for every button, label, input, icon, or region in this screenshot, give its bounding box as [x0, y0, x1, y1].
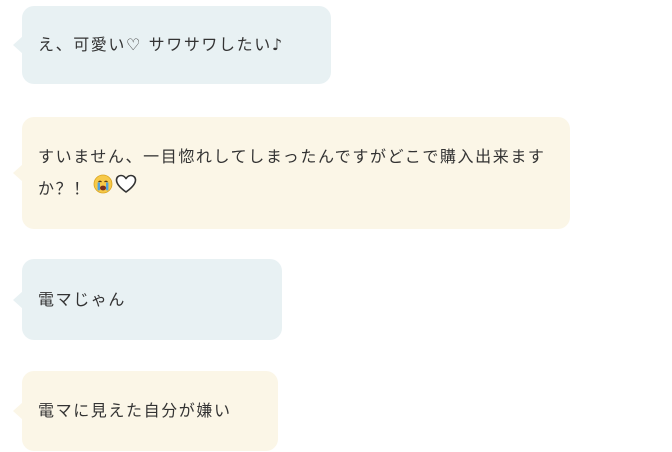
white-heart-icon	[115, 173, 137, 205]
message-text: 電マじゃん	[38, 289, 127, 309]
crying-face-icon	[93, 173, 113, 205]
message-text: 電マに見えた自分が嫌い	[38, 401, 232, 420]
chat-bubble: 電マじゃん	[13, 259, 282, 340]
message-text-block: すいません、一目惚れしてしまったんですがどこで購入出来ますか？！	[38, 141, 554, 206]
chat-bubble: え、可愛い♡ サワサワしたい♪	[13, 6, 331, 84]
chat-bubble: 電マに見えた自分が嫌い	[13, 371, 278, 451]
message-text: え、可愛い♡ サワサワしたい♪	[38, 35, 284, 54]
chat-bubble: すいません、一目惚れしてしまったんですがどこで購入出来ますか？！	[13, 117, 570, 229]
